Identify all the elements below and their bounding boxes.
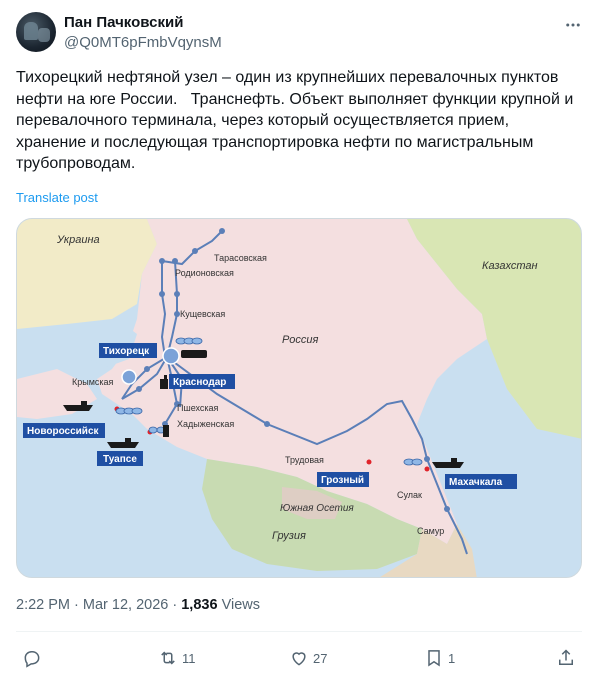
city-rodionovskaya: Родионовская — [175, 268, 234, 278]
label-south-ossetia: Южная Осетия — [280, 503, 354, 514]
hub-krasnodar: Краснодар — [173, 377, 226, 388]
tweet-body: Тихорецкий нефтяной узел – один из крупн… — [16, 69, 578, 172]
retweet-count: 11 — [182, 650, 196, 666]
reply-icon — [24, 651, 40, 668]
translate-link[interactable]: Translate post — [16, 190, 98, 205]
hub-tikhoretsk: Тихорецк — [103, 346, 150, 357]
author-name[interactable]: Пан Пачковский — [64, 14, 183, 31]
bookmark-count: 1 — [448, 650, 456, 666]
reply-button[interactable] — [22, 646, 42, 670]
like-count: 27 — [313, 650, 328, 666]
share-icon — [559, 649, 573, 665]
tweet-media-map[interactable]: Украина Казахстан Россия Южная Осетия Гр… — [16, 218, 582, 578]
action-bar: 11 27 1 — [16, 640, 582, 676]
retweet-icon — [161, 651, 175, 665]
avatar[interactable] — [16, 12, 56, 52]
oil-map: Украина Казахстан Россия Южная Осетия Гр… — [17, 219, 581, 577]
hub-novorossiysk: Новороссийск — [27, 426, 100, 437]
more-options-icon[interactable] — [564, 16, 582, 34]
retweet-button[interactable]: 11 — [158, 646, 196, 670]
hub-tuapse: Туапсе — [103, 454, 137, 465]
city-tarasovskaya: Тарасовская — [214, 253, 267, 263]
tweet-text: Тихорецкий нефтяной узел – один из крупн… — [16, 67, 582, 175]
bookmark-icon — [428, 650, 440, 667]
tweet-meta: 2:22 PM · Mar 12, 2026 · 1,836 Views — [16, 597, 260, 613]
label-russia: Россия — [282, 334, 318, 346]
label-kazakhstan: Казахстан — [482, 260, 538, 272]
label-ukraine: Украина — [56, 234, 100, 246]
city-krymskaya: Крымская — [72, 377, 114, 387]
city-samur: Самур — [417, 526, 444, 536]
hub-grozny: Грозный — [321, 475, 364, 486]
city-kushchevskaya: Кущевская — [180, 309, 225, 319]
post-date[interactable]: Mar 12, 2026 — [83, 597, 168, 613]
divider — [16, 631, 582, 632]
city-pshekhskaya: Пшехская — [177, 403, 219, 413]
bookmark-button[interactable]: 1 — [424, 646, 455, 670]
author-handle[interactable]: @Q0MT6pFmbVqynsM — [64, 34, 222, 51]
views-count: 1,836 — [181, 597, 218, 613]
label-georgia: Грузия — [272, 530, 306, 542]
heart-icon — [292, 652, 306, 666]
tweet-header: Пан Пачковский @Q0MT6pFmbVqynsM — [16, 12, 582, 56]
hub-makhachkala: Махачкала — [449, 477, 503, 488]
city-khadyzhenskaya: Хадыженская — [177, 419, 234, 429]
post-time[interactable]: 2:22 PM — [16, 597, 70, 613]
city-trudovaya: Трудовая — [285, 455, 324, 465]
views-label: Views — [221, 597, 260, 613]
share-button[interactable] — [556, 646, 576, 670]
city-sulak: Сулак — [397, 490, 422, 500]
like-button[interactable]: 27 — [289, 646, 327, 670]
